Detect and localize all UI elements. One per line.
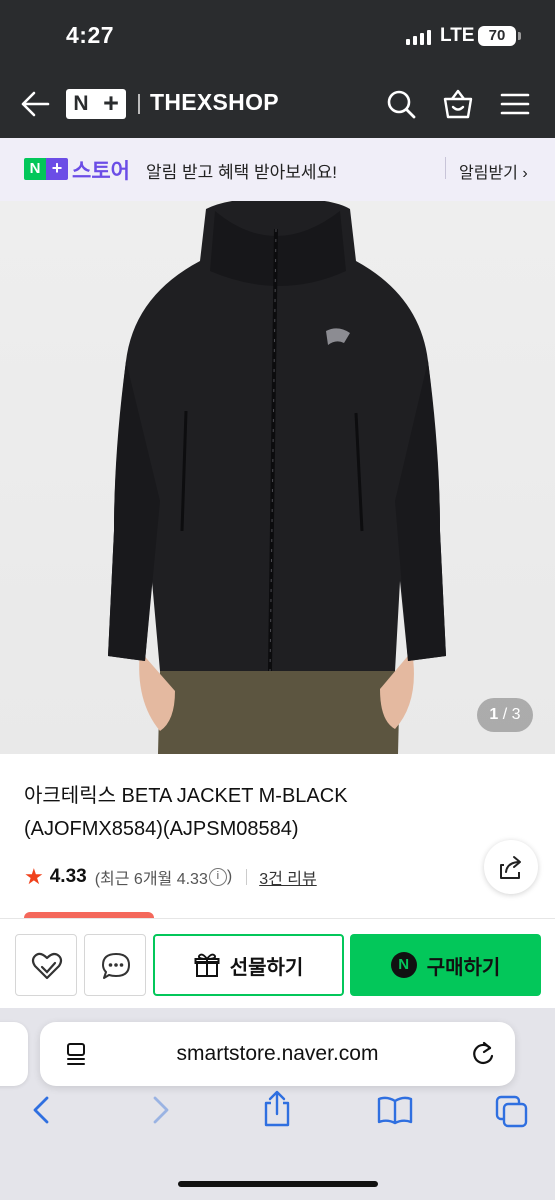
browser-back-icon[interactable] [30, 1095, 54, 1125]
rating-divider [246, 869, 248, 885]
share-button[interactable] [484, 840, 538, 894]
share-sheet-icon[interactable] [261, 1090, 293, 1128]
previous-tab-preview[interactable] [0, 1022, 28, 1086]
product-title: 아크테릭스 BETA JACKET M-BLACK (AJOFMX8584)(A… [24, 785, 348, 840]
banner-logo-n: N [24, 158, 46, 180]
wishlist-button[interactable] [15, 934, 77, 996]
heart-icon [31, 952, 63, 980]
buy-button[interactable]: N 구매하기 [350, 934, 541, 996]
info-icon[interactable]: i [208, 868, 227, 886]
back-arrow-icon[interactable] [20, 90, 50, 118]
banner-message: 알림 받고 혜택 받아보세요! [146, 163, 337, 182]
image-counter: 1 / 3 [477, 698, 533, 732]
status-time: 4:27 [66, 22, 115, 48]
shop-name[interactable]: THEXSHOP [150, 89, 279, 116]
banner-divider [445, 157, 446, 179]
naver-pay-icon: N [390, 952, 417, 978]
image-counter-separator: / [498, 706, 512, 723]
jacket-photo [108, 201, 446, 754]
banner-brand: 스토어 [72, 160, 130, 183]
store-header: N + THEXSHOP [0, 70, 555, 138]
share-icon [500, 856, 521, 879]
status-bar: 4:27 LTE 70 [0, 0, 555, 70]
hamburger-menu-icon[interactable] [499, 88, 531, 120]
buy-label: 구매하기 [426, 956, 501, 979]
address-bar[interactable]: smartstore.naver.com [40, 1022, 515, 1086]
product-image[interactable] [0, 201, 555, 754]
tabs-icon[interactable] [495, 1095, 529, 1129]
home-indicator [178, 1181, 378, 1187]
bookmarks-icon[interactable] [377, 1095, 413, 1125]
header-divider [138, 94, 140, 114]
gift-button[interactable]: 선물하기 [153, 934, 344, 996]
gift-label: 선물하기 [229, 956, 304, 979]
image-counter-total: 3 [511, 706, 521, 723]
gift-icon [194, 953, 220, 977]
rating-score: 4.33 [49, 866, 87, 887]
logo-plus: + [103, 88, 119, 118]
network-type: LTE [440, 25, 475, 46]
battery-icon: 70 [478, 26, 516, 46]
chat-bubble-icon [102, 953, 130, 979]
url-text[interactable]: smartstore.naver.com [40, 1042, 515, 1066]
notification-banner[interactable]: N + 스토어 알림 받고 혜택 받아보세요! 알림받기 › [0, 138, 555, 201]
rating-period: (최근 6개월 4.33 [94, 871, 208, 888]
purchase-action-bar: 선물하기 N 구매하기 [0, 918, 555, 1008]
reviews-link[interactable]: 3건 리뷰 [259, 865, 317, 889]
cellular-signal-icon [406, 29, 431, 45]
browser-forward-icon[interactable] [148, 1095, 172, 1125]
notify-button[interactable]: 알림받기 › [459, 159, 528, 183]
battery-tip [518, 32, 521, 40]
chat-button[interactable] [84, 934, 146, 996]
product-rating: ★ 4.33 (최근 6개월 4.33 i ) 3건 리뷰 [24, 864, 317, 890]
image-counter-current: 1 [489, 706, 499, 723]
reload-icon[interactable] [470, 1041, 496, 1067]
star-icon: ★ [24, 864, 44, 889]
rating-period-close: ) [226, 868, 233, 885]
logo-n: N [73, 92, 89, 115]
naver-plus-store-logo: N + [24, 158, 68, 180]
shopping-bag-icon[interactable] [442, 88, 474, 120]
naver-plus-logo[interactable]: N + [66, 89, 126, 119]
search-icon[interactable] [385, 88, 417, 120]
banner-logo-plus: + [46, 158, 68, 180]
